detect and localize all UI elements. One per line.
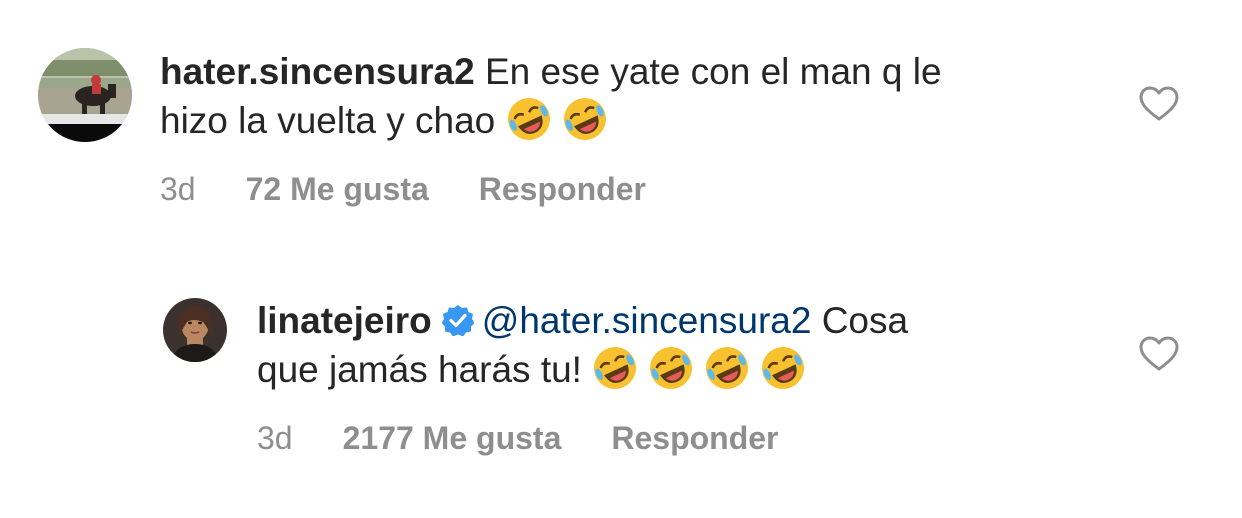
username[interactable]: hater.sincensura2	[160, 51, 475, 92]
reply-button[interactable]: Responder	[611, 420, 778, 456]
rolling-on-floor-laughing-emoji-icon	[648, 345, 694, 391]
heart-outline-icon[interactable]	[1139, 336, 1179, 372]
comment-body-line1: En ese yate con el man q le	[484, 51, 942, 92]
comment-body-line2: que jamás harás tu!	[257, 349, 582, 390]
heart-outline-icon[interactable]	[1139, 86, 1179, 122]
rolling-on-floor-laughing-emoji-icon	[506, 96, 552, 142]
timestamp: 3d	[257, 420, 293, 456]
mention-link[interactable]: @hater.sincensura2	[482, 300, 812, 341]
comment-text: hater.sincensura2 En ese yate con el man…	[160, 48, 1120, 145]
timestamp: 3d	[160, 171, 196, 207]
avatar[interactable]	[163, 298, 227, 362]
rolling-on-floor-laughing-emoji-icon	[704, 345, 750, 391]
comment-text: linatejeiro @hater.sincensura2 Cosa que …	[257, 297, 1157, 394]
comment-meta: 3d 72 Me gusta Responder	[160, 169, 696, 209]
rolling-on-floor-laughing-emoji-icon	[562, 96, 608, 142]
rolling-on-floor-laughing-emoji-icon	[760, 345, 806, 391]
likes-count[interactable]: 2177 Me gusta	[343, 420, 562, 456]
comment-body-line2: hizo la vuelta y chao	[160, 100, 496, 141]
reply-button[interactable]: Responder	[479, 171, 646, 207]
verified-badge-icon	[441, 304, 474, 336]
comment-meta: 3d 2177 Me gusta Responder	[257, 418, 829, 458]
comment-body-line1: Cosa	[821, 300, 909, 341]
rolling-on-floor-laughing-emoji-icon	[592, 345, 638, 391]
avatar[interactable]	[38, 48, 132, 142]
likes-count[interactable]: 72 Me gusta	[246, 171, 429, 207]
username[interactable]: linatejeiro	[257, 300, 432, 341]
